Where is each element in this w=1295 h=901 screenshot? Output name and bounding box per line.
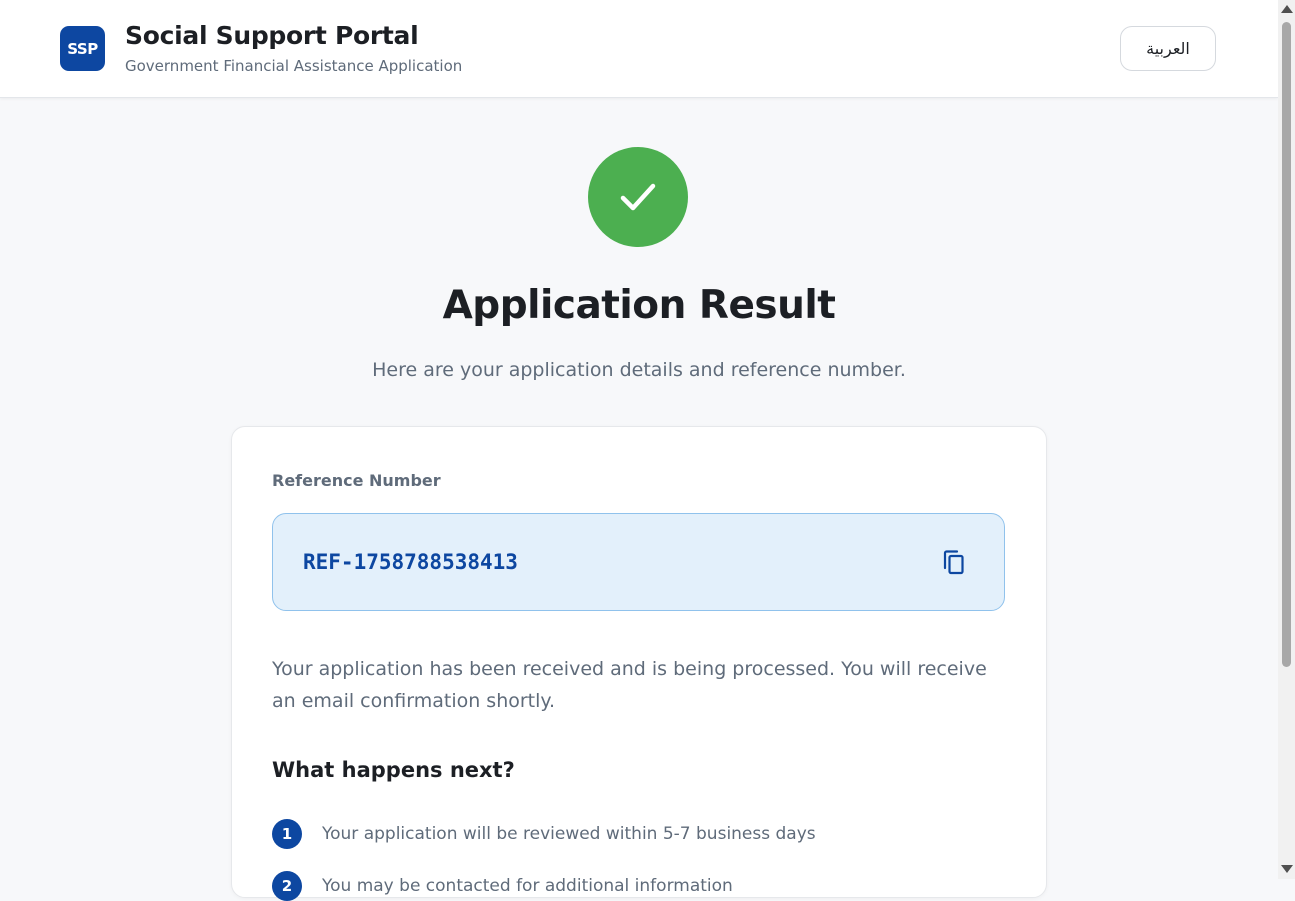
scroll-up-arrow-icon[interactable]: [1281, 5, 1293, 13]
scroll-down-arrow-icon[interactable]: [1281, 865, 1293, 873]
result-card: Reference Number REF-1758788538413 Your …: [231, 426, 1047, 901]
step-text: You may be contacted for additional info…: [322, 876, 733, 896]
status-message: Your application has been received and i…: [272, 658, 987, 712]
list-item: 1 Your application will be reviewed with…: [272, 819, 816, 849]
check-icon: [620, 183, 656, 211]
step-text: Your application will be reviewed within…: [322, 824, 816, 844]
success-check-icon: [588, 147, 688, 247]
step-number: 1: [272, 819, 302, 849]
app-header: SSP Social Support Portal Government Fin…: [0, 0, 1278, 98]
copy-button[interactable]: [939, 548, 969, 578]
copy-icon: [943, 550, 964, 575]
next-steps-heading: What happens next?: [272, 758, 515, 782]
list-item: 2 You may be contacted for additional in…: [272, 871, 733, 901]
reference-box: REF-1758788538413: [272, 513, 1005, 611]
page-title: Application Result: [442, 283, 836, 328]
step-number: 2: [272, 871, 302, 901]
logo: SSP: [60, 26, 105, 71]
page-subtitle: Here are your application details and re…: [372, 359, 906, 381]
language-toggle-button[interactable]: العربية: [1120, 26, 1216, 71]
app-subtitle: Government Financial Assistance Applicat…: [125, 57, 463, 75]
reference-number: REF-1758788538413: [303, 550, 518, 574]
reference-label: Reference Number: [272, 471, 441, 490]
vertical-scrollbar[interactable]: [1278, 0, 1295, 879]
scroll-thumb[interactable]: [1282, 22, 1291, 667]
app-title: Social Support Portal: [125, 21, 419, 50]
